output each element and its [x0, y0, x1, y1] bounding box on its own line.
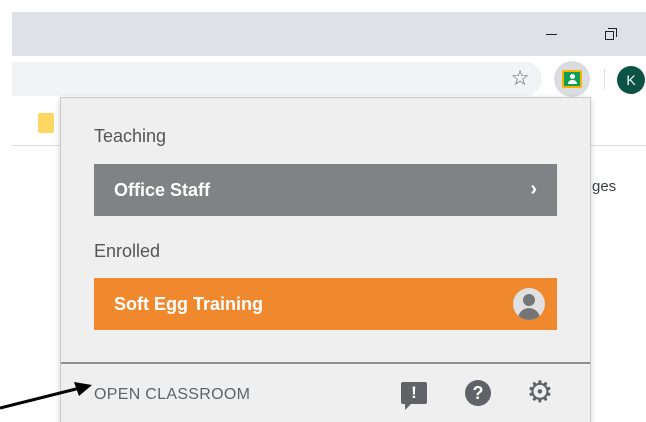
google-classroom-extension-button[interactable] — [554, 61, 590, 97]
settings-button[interactable]: ⚙ — [525, 378, 555, 408]
enrolled-section-label: Enrolled — [94, 241, 161, 261]
open-classroom-link[interactable]: OPEN CLASSROOM — [94, 386, 250, 404]
class-card-office-staff[interactable]: Office Staff › — [94, 164, 557, 216]
page-background-text: ges — [592, 178, 617, 195]
google-classroom-icon — [562, 70, 582, 88]
minimize-icon — [545, 33, 557, 35]
feedback-icon: ! — [401, 382, 427, 410]
browser-title-bar — [12, 12, 646, 56]
browser-toolbar: ☆ K — [12, 56, 646, 102]
chevron-right-icon: › — [530, 178, 537, 200]
restore-icon — [605, 28, 617, 40]
toolbar-divider — [604, 69, 605, 89]
classroom-popup: Teaching Office Staff › Enrolled Soft Eg… — [60, 97, 591, 422]
class-card-soft-egg-training[interactable]: Soft Egg Training — [94, 278, 557, 330]
profile-avatar[interactable]: K — [617, 66, 645, 94]
star-icon[interactable]: ☆ — [508, 68, 532, 90]
help-icon: ? — [465, 380, 491, 406]
annotation-arrow-icon — [0, 382, 92, 410]
address-bar[interactable]: ☆ — [12, 62, 542, 96]
class-name: Office Staff — [114, 179, 211, 200]
maximize-button[interactable] — [588, 12, 634, 56]
bookmark-folder-icon[interactable] — [38, 113, 54, 133]
teaching-section-label: Teaching — [94, 126, 167, 146]
class-name: Soft Egg Training — [114, 293, 263, 314]
help-button[interactable]: ? — [463, 378, 493, 408]
popup-divider — [61, 362, 590, 364]
feedback-button[interactable]: ! — [399, 378, 429, 410]
teacher-avatar-icon — [513, 288, 545, 320]
minimize-button[interactable] — [528, 12, 574, 56]
settings-icon: ⚙ — [526, 376, 554, 409]
